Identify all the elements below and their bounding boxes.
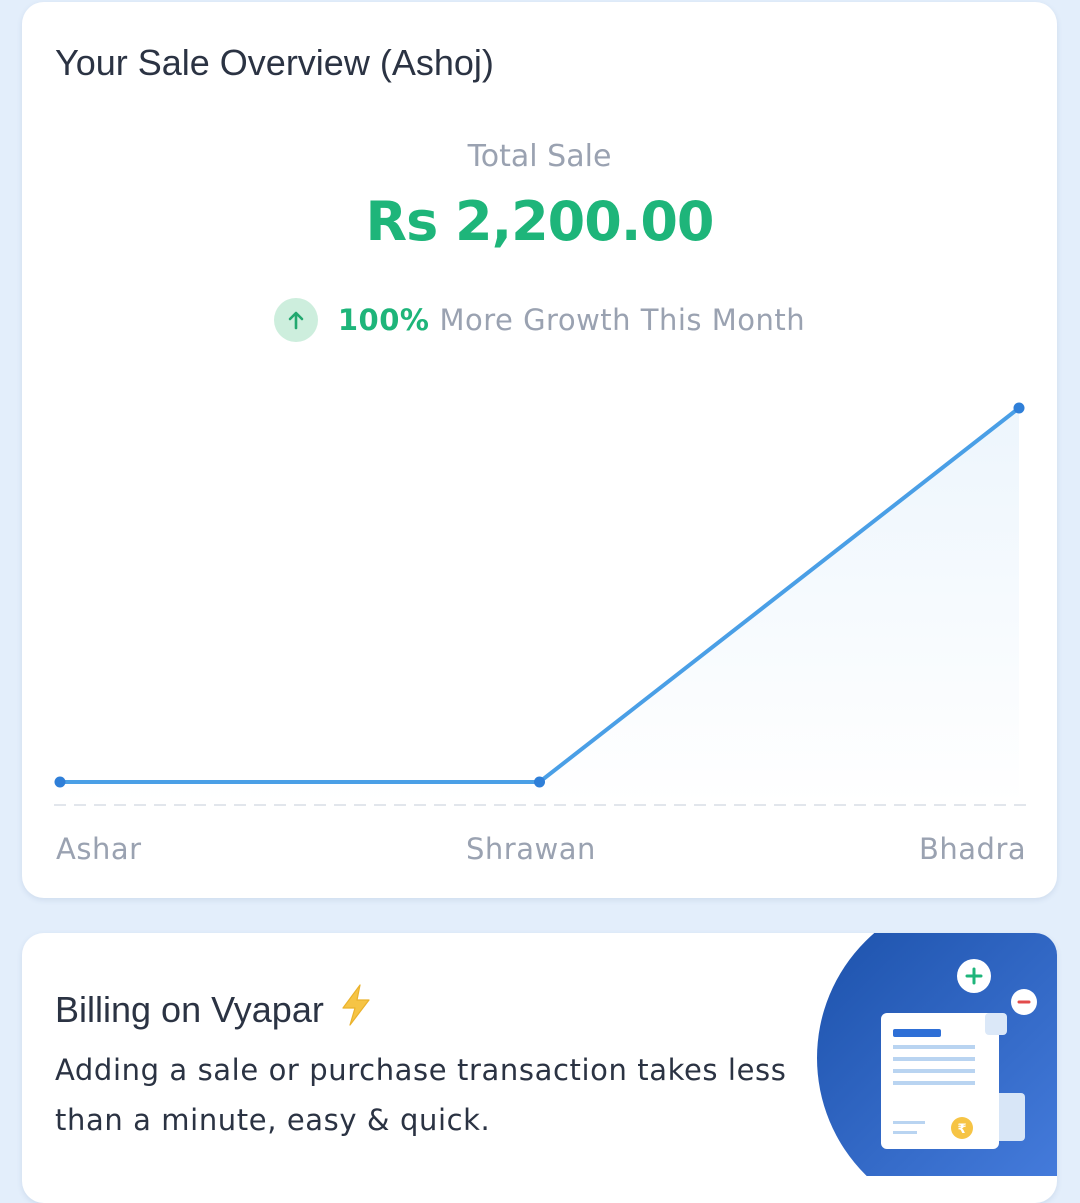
billing-title-text: Billing on Vyapar: [55, 988, 324, 1030]
sales-line-chart: [54, 402, 1027, 806]
svg-text:₹: ₹: [957, 1122, 966, 1137]
data-point-shrawan[interactable]: [534, 776, 545, 788]
billing-promo-card[interactable]: Billing on Vyapar Adding a sale or purch…: [22, 933, 1057, 1203]
x-tick-label-shrawan: Shrawan: [466, 832, 596, 866]
sale-overview-card: Your Sale Overview (Ashoj) Total Sale Rs…: [22, 2, 1057, 898]
data-point-bhadra[interactable]: [1013, 402, 1025, 414]
billing-title: Billing on Vyapar: [55, 983, 374, 1036]
chart-area-shadow: [60, 408, 1019, 805]
billing-description: Adding a sale or purchase transaction ta…: [55, 1053, 787, 1137]
invoice-illustration: ₹: [817, 933, 1057, 1176]
x-tick-label-bhadra: Bhadra: [919, 832, 1027, 866]
data-point-ashar[interactable]: [54, 776, 66, 788]
lightning-icon: [338, 983, 374, 1036]
x-tick-label-ashar: Ashar: [56, 832, 142, 866]
